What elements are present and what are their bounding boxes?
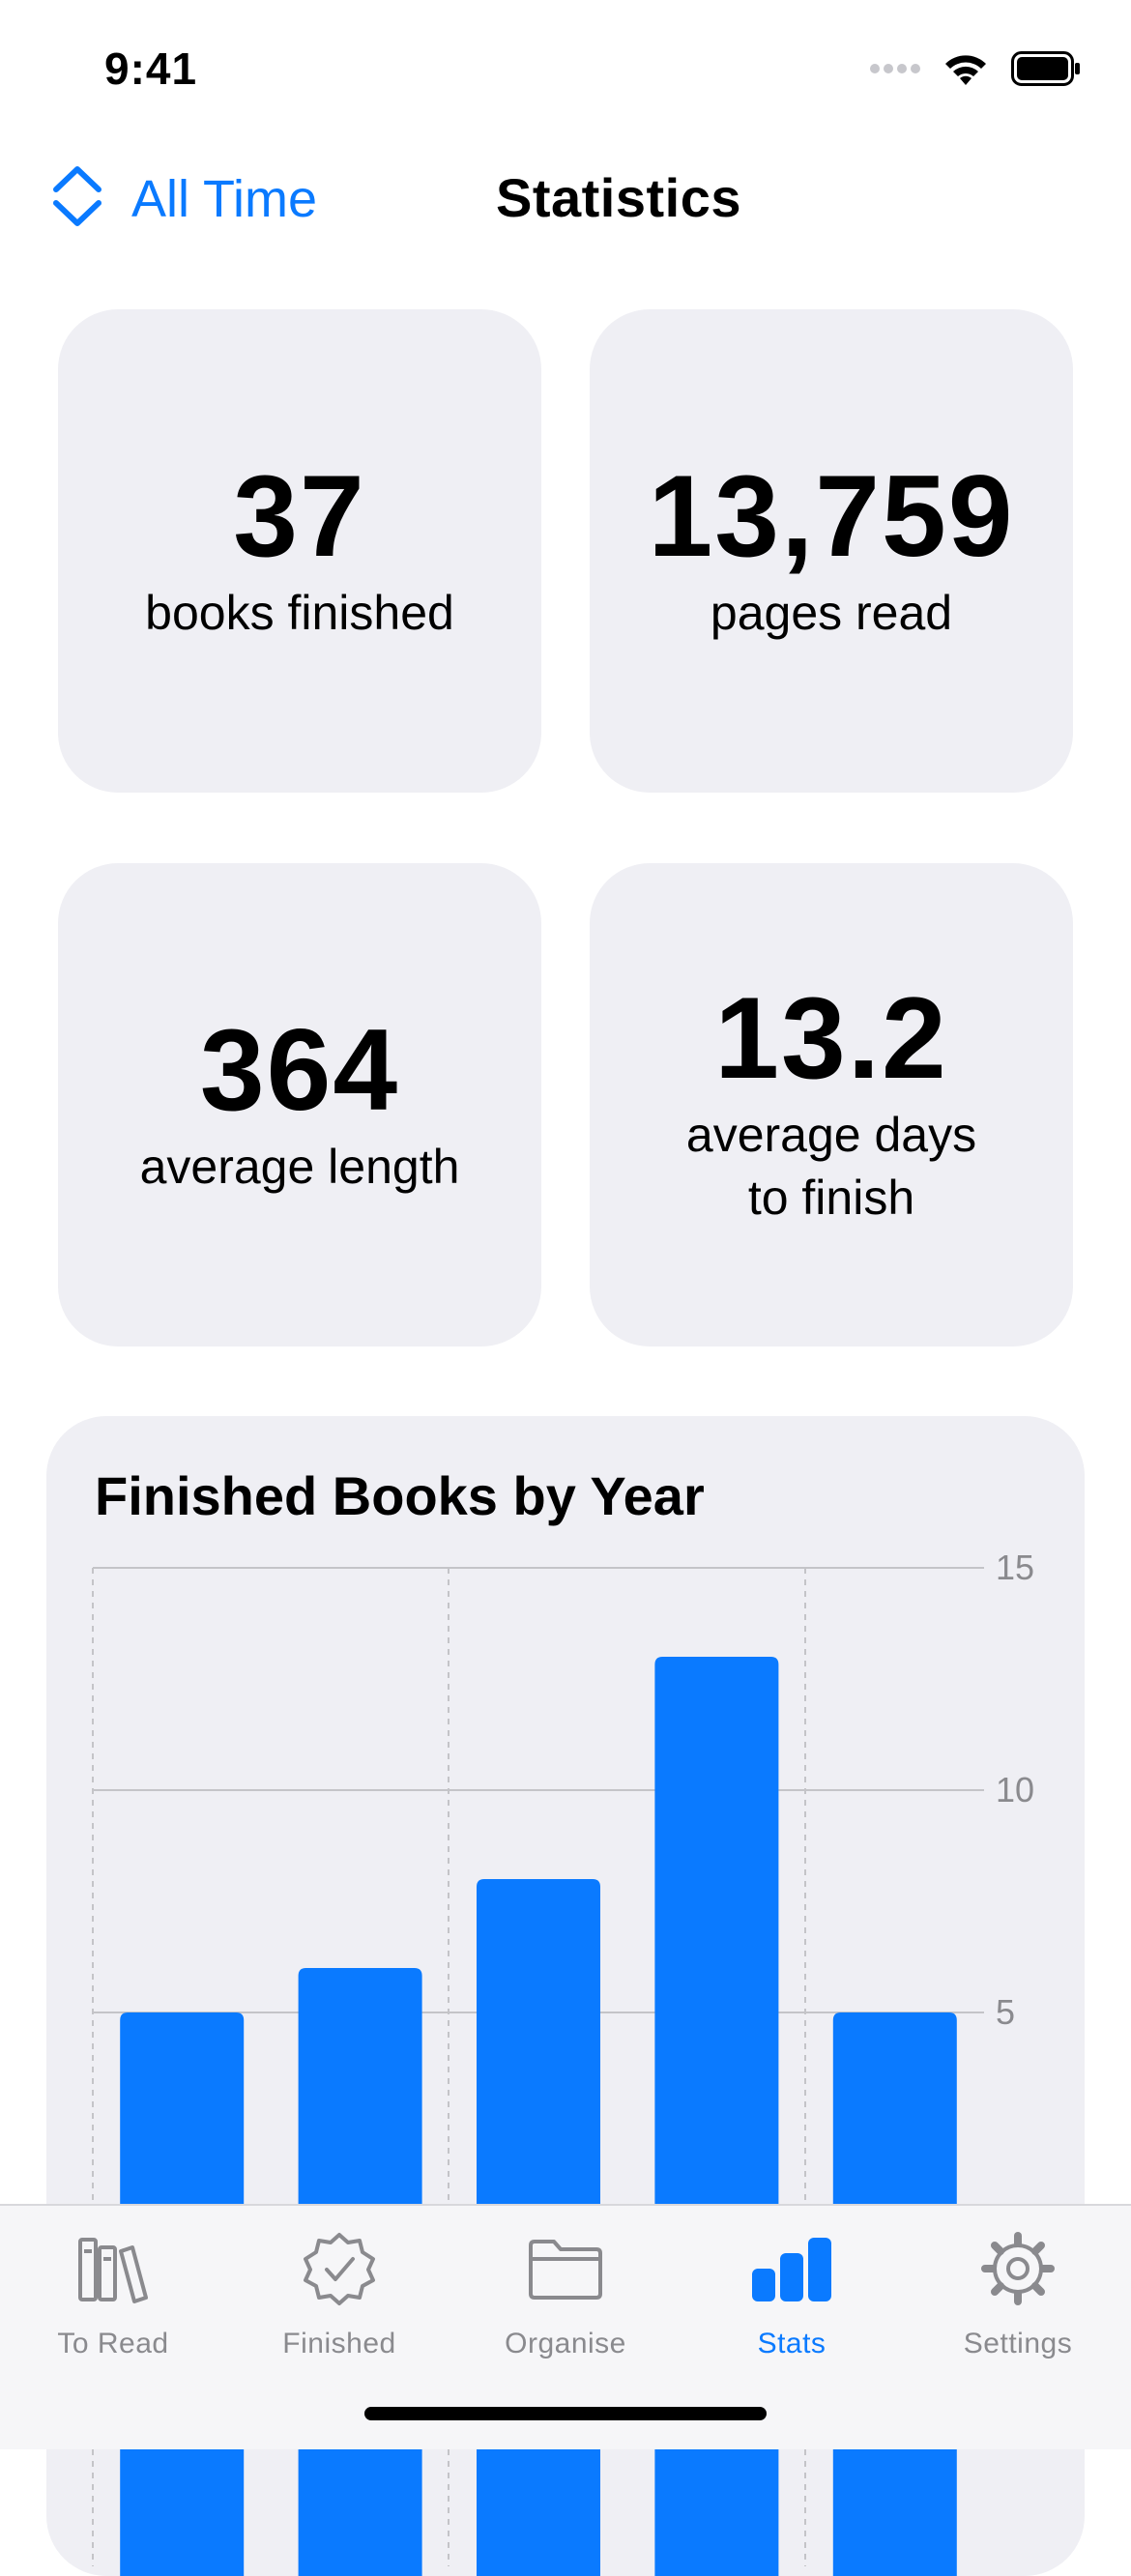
stat-label: average length	[139, 1139, 460, 1194]
y-tick-label: 15	[996, 1548, 1034, 1587]
tab-label: Finished	[282, 2328, 396, 2359]
battery-icon	[1011, 51, 1081, 91]
status-icons	[870, 50, 1081, 92]
tab-label: Stats	[757, 2328, 826, 2359]
stat-value: 13.2	[714, 973, 948, 1103]
stat-label: books finished	[145, 585, 454, 640]
tab-bar: To Read Finished Organise Stats Settings	[0, 2204, 1131, 2449]
y-tick-label: 10	[996, 1770, 1034, 1809]
page-title: Statistics	[496, 167, 741, 228]
stat-card-average-length: 364 average length	[58, 863, 541, 1346]
cellular-signal-icon	[870, 61, 920, 81]
gear-icon	[974, 2225, 1061, 2312]
wifi-icon	[942, 50, 990, 92]
status-bar: 9:41	[0, 0, 1131, 135]
checkmark-seal-icon	[296, 2225, 383, 2312]
folder-icon	[522, 2225, 609, 2312]
stat-value: 13,759	[648, 450, 1015, 581]
stat-value: 37	[233, 450, 366, 581]
tab-label: Settings	[963, 2328, 1073, 2359]
books-icon	[70, 2225, 157, 2312]
home-indicator[interactable]	[364, 2407, 767, 2420]
stat-value: 364	[199, 1004, 400, 1135]
tab-label: To Read	[57, 2328, 169, 2359]
status-time: 9:41	[104, 43, 198, 94]
stat-label: average days to finish	[685, 1108, 977, 1225]
stat-card-books-finished: 37 books finished	[58, 309, 541, 793]
navigation-bar: All Time Statistics	[0, 145, 1131, 261]
y-tick-label: 5	[996, 1992, 1015, 2032]
stat-card-average-days-to-finish: 13.2 average days to finish	[590, 863, 1073, 1346]
chart-bar-icon	[748, 2225, 835, 2312]
stat-card-pages-read: 13,759 pages read	[590, 309, 1073, 793]
tab-finished[interactable]: Finished	[226, 2225, 452, 2360]
tab-to-read[interactable]: To Read	[0, 2225, 226, 2360]
tab-settings[interactable]: Settings	[905, 2225, 1131, 2360]
tab-organise[interactable]: Organise	[452, 2225, 679, 2360]
tab-label: Organise	[505, 2328, 626, 2359]
tab-stats[interactable]: Stats	[679, 2225, 905, 2360]
stat-label: pages read	[710, 585, 953, 640]
